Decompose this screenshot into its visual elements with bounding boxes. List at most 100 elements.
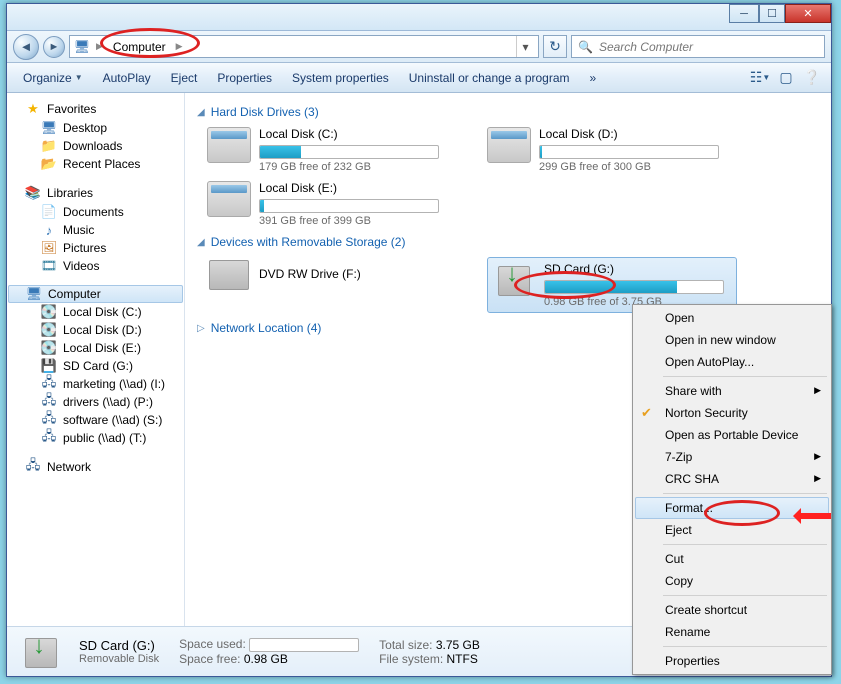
autoplay-button[interactable]: AutoPlay [95,67,159,89]
sidebar-item-net-i[interactable]: 🖧marketing (\\ad) (I:) [7,375,184,393]
view-button[interactable]: ☷▼ [749,67,771,89]
submenu-arrow-icon: ▶ [814,385,821,396]
refresh-button[interactable]: ↻ [543,35,567,58]
sdcard-icon [492,260,536,300]
eject-button[interactable]: Eject [163,67,206,89]
context-item-properties[interactable]: Properties [635,650,829,672]
context-item-share-with[interactable]: Share with▶ [635,380,829,402]
netdrive-icon: 🖧 [41,430,57,446]
sdcard-icon [19,632,63,672]
sidebar-item-net-t[interactable]: 🖧public (\\ad) (T:) [7,429,184,447]
pictures-icon: 🖼 [41,240,57,256]
maximize-button[interactable]: ☐ [759,4,785,23]
context-item-norton-security[interactable]: Norton Security✔ [635,402,829,424]
sidebar-item-local-d[interactable]: 💽Local Disk (D:) [7,321,184,339]
expand-icon: ▷ [197,323,205,334]
back-button[interactable]: ◄ [13,34,39,60]
context-item-open[interactable]: Open [635,307,829,329]
sidebar-item-music[interactable]: ♪Music [7,221,184,239]
sidebar-item-documents[interactable]: 📄Documents [7,203,184,221]
uninstall-button[interactable]: Uninstall or change a program [401,67,578,89]
close-button[interactable]: ✕ [785,4,831,23]
hdd-icon [207,127,251,163]
dvd-icon [209,260,249,290]
sidebar-item-local-c[interactable]: 💽Local Disk (C:) [7,303,184,321]
submenu-arrow-icon: ▶ [814,473,821,484]
status-name: SD Card (G:) [79,638,159,653]
status-subtitle: Removable Disk [79,653,159,665]
drive-local-e[interactable]: Local Disk (E:)391 GB free of 399 GB [207,181,447,227]
sidebar-item-net-s[interactable]: 🖧software (\\ad) (S:) [7,411,184,429]
sidebar-item-sdcard[interactable]: 💾SD Card (G:) [7,357,184,375]
folder-icon: 📁 [41,138,57,154]
section-hdd[interactable]: ◢Hard Disk Drives (3) [197,105,819,119]
context-item-rename[interactable]: Rename [635,621,829,643]
desktop-icon: 🖥 [41,120,57,136]
context-item-open-as-portable-device[interactable]: Open as Portable Device [635,424,829,446]
netdrive-icon: 🖧 [41,394,57,410]
network-icon: 🖧 [25,459,41,475]
norton-icon: ✔ [641,405,657,421]
sidebar-item-desktop[interactable]: 🖥Desktop [7,119,184,137]
navigation-pane: ★Favorites 🖥Desktop 📁Downloads 📂Recent P… [7,93,185,626]
sidebar-item-local-e[interactable]: 💽Local Disk (E:) [7,339,184,357]
context-item-crc-sha[interactable]: CRC SHA▶ [635,468,829,490]
computer-icon: 🖥 [26,286,42,302]
address-bar[interactable]: 🖥 ▶ Computer ▶ ▾ [69,35,539,58]
context-item-eject[interactable]: Eject [635,519,829,541]
sidebar-item-pictures[interactable]: 🖼Pictures [7,239,184,257]
drive-local-d[interactable]: Local Disk (D:)299 GB free of 300 GB [487,127,727,173]
sidebar-item-recent[interactable]: 📂Recent Places [7,155,184,173]
minimize-button[interactable]: ─ [729,4,759,23]
star-icon: ★ [25,101,41,117]
sidebar-item-net-p[interactable]: 🖧drivers (\\ad) (P:) [7,393,184,411]
context-item-create-shortcut[interactable]: Create shortcut [635,599,829,621]
context-item-format[interactable]: Format... [635,497,829,519]
chevron-right-icon: ▶ [96,41,103,52]
toolbar-more[interactable]: » [582,67,605,89]
hdd-icon [487,127,531,163]
context-item-7-zip[interactable]: 7-Zip▶ [635,446,829,468]
drive-local-c[interactable]: Local Disk (C:)179 GB free of 232 GB [207,127,447,173]
sidebar-item-videos[interactable]: 🎞Videos [7,257,184,275]
preview-pane-button[interactable]: ▢ [775,67,797,89]
breadcrumb-computer[interactable]: Computer [109,36,170,57]
computer-icon: 🖥 [74,39,90,55]
chevron-right-icon: ▶ [176,41,183,52]
submenu-arrow-icon: ▶ [814,451,821,462]
system-properties-button[interactable]: System properties [284,67,397,89]
address-dropdown[interactable]: ▾ [516,36,534,57]
drive-icon: 💽 [41,304,57,320]
context-menu: OpenOpen in new windowOpen AutoPlay... Sh… [632,304,832,675]
toolbar: Organize▼ AutoPlay Eject Properties Syst… [7,63,831,93]
context-item-cut[interactable]: Cut [635,548,829,570]
netdrive-icon: 🖧 [41,412,57,428]
context-item-open-in-new-window[interactable]: Open in new window [635,329,829,351]
organize-button[interactable]: Organize▼ [15,67,91,89]
help-button[interactable]: ❔ [801,67,823,89]
netdrive-icon: 🖧 [41,376,57,392]
context-item-open-autoplay[interactable]: Open AutoPlay... [635,351,829,373]
libraries-header[interactable]: 📚Libraries [7,183,184,203]
collapse-icon: ◢ [197,107,205,118]
search-icon: 🔍 [578,40,593,54]
sdcard-icon: 💾 [41,358,57,374]
search-box[interactable]: 🔍 Search Computer [571,35,825,58]
favorites-header[interactable]: ★Favorites [7,99,184,119]
drive-dvd[interactable]: DVD RW Drive (F:) [207,257,447,313]
drive-icon: 💽 [41,322,57,338]
network-header[interactable]: 🖧Network [7,457,184,477]
properties-button[interactable]: Properties [209,67,280,89]
titlebar: ─ ☐ ✕ [7,4,831,31]
section-removable[interactable]: ◢Devices with Removable Storage (2) [197,235,819,249]
context-item-copy[interactable]: Copy [635,570,829,592]
drive-icon: 💽 [41,340,57,356]
usage-bar [249,638,359,652]
collapse-icon: ◢ [197,237,205,248]
sidebar-item-computer[interactable]: 🖥Computer [8,285,183,303]
hdd-icon [207,181,251,217]
videos-icon: 🎞 [41,258,57,274]
nav-row: ◄ ► 🖥 ▶ Computer ▶ ▾ ↻ 🔍 Search Computer [7,31,831,63]
forward-button[interactable]: ► [43,36,65,58]
sidebar-item-downloads[interactable]: 📁Downloads [7,137,184,155]
